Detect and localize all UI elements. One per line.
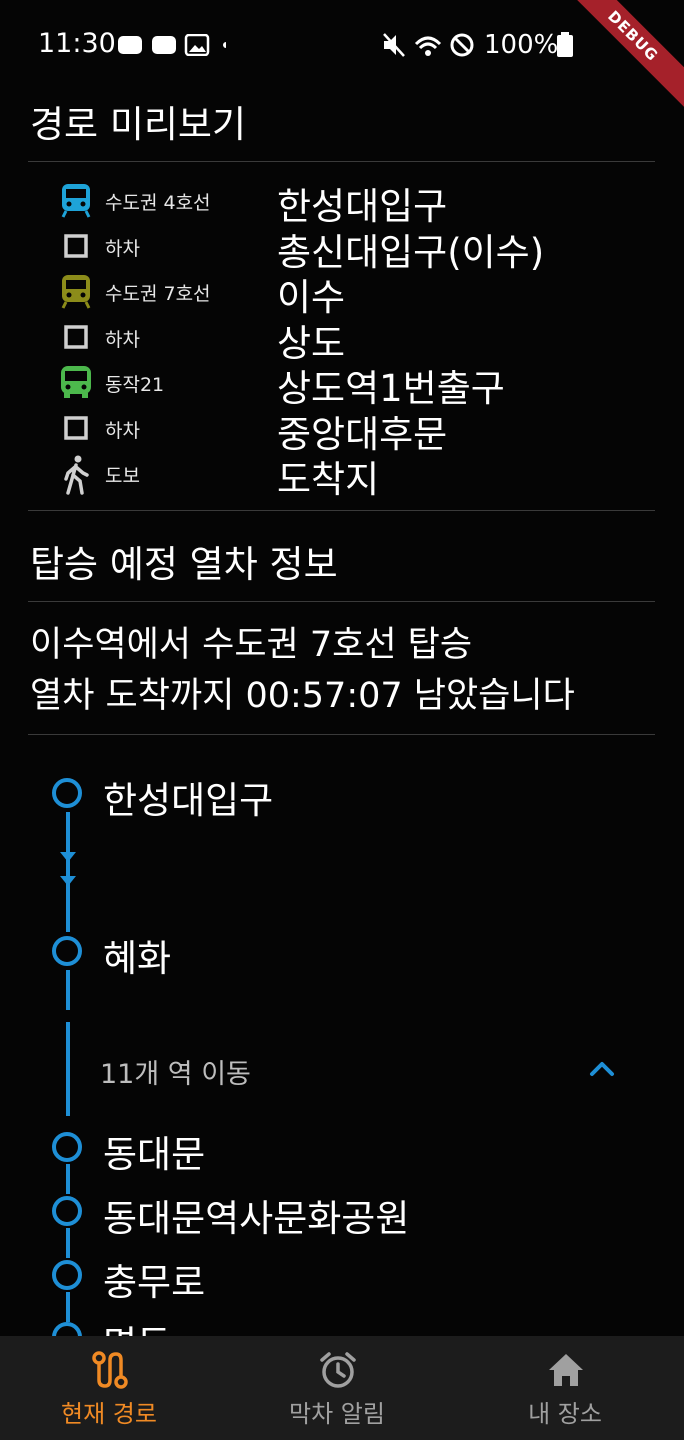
home-icon: [549, 1354, 583, 1386]
walk-icon: [58, 455, 94, 495]
route-step: 수도권 4호선 한성대입구: [58, 178, 658, 228]
bus-icon: [58, 364, 94, 400]
nav-label: 내 장소: [528, 1400, 602, 1428]
timeline-segment: [66, 1292, 70, 1322]
square-outline-icon: [58, 319, 94, 355]
route-step-tag: 동작21: [105, 374, 165, 396]
notification-icons: [118, 34, 226, 56]
timeline-segment: [66, 1164, 70, 1194]
train-info-title: 탑승 예정 열차 정보: [30, 543, 338, 586]
route-step: 동작21 상도역1번출구: [58, 360, 658, 410]
divider: [28, 734, 655, 735]
station-node: [52, 1132, 82, 1162]
route-preview-title: 경로 미리보기: [30, 103, 247, 146]
route-step: 하차 총신대입구(이수): [58, 224, 658, 274]
divider: [28, 161, 655, 162]
nav-label: 막차 알림: [289, 1400, 385, 1428]
route-step-tag: 수도권 4호선: [105, 192, 211, 214]
station-label: 동대문: [103, 1133, 206, 1176]
status-system-icons: [383, 33, 474, 57]
station-node: [52, 936, 82, 966]
route-step: 도보 도착지: [58, 451, 658, 501]
alarm-clock-icon: [320, 1352, 356, 1388]
route-step: 수도권 7호선 이수: [58, 269, 658, 319]
route-step-tag: 수도권 7호선: [105, 283, 211, 305]
station-node: [52, 1196, 82, 1226]
status-bar: 11:30 100% DEBUG: [0, 0, 684, 114]
nav-last-train-alarm[interactable]: 막차 알림: [228, 1336, 448, 1440]
route-icon: [92, 1351, 128, 1389]
station-label: 혜화: [103, 937, 172, 980]
status-time: 11:30: [38, 28, 116, 59]
station-label: 동대문역사문화공원: [103, 1197, 410, 1240]
route-step: 하차 상도: [58, 315, 658, 365]
timeline-segment: [66, 1228, 70, 1258]
route-step-tag: 하차: [105, 237, 140, 260]
station-node: [52, 1260, 82, 1290]
square-outline-icon: [58, 410, 94, 446]
timeline-segment: [66, 970, 70, 1010]
station-node: [52, 778, 82, 808]
nav-label: 현재 경로: [61, 1400, 157, 1428]
debug-banner: DEBUG: [555, 0, 684, 114]
station-label: 충무로: [103, 1261, 206, 1304]
subway-icon: [58, 273, 94, 309]
divider: [28, 601, 655, 602]
route-step-tag: 도보: [105, 465, 140, 487]
route-step: 하차 중앙대후문: [58, 406, 658, 456]
boarding-info: 이수역에서 수도권 7호선 탑승: [30, 625, 473, 665]
nav-current-route[interactable]: 현재 경로: [0, 1336, 220, 1440]
bottom-navigation: 현재 경로 막차 알림 내 장소: [0, 1336, 684, 1440]
battery-icon: [557, 32, 573, 57]
arrival-countdown: 열차 도착까지 00:57:07 남았습니다: [30, 676, 575, 716]
square-outline-icon: [58, 228, 94, 264]
station-label: 한성대입구: [103, 779, 274, 822]
battery-percent: 100%: [484, 30, 559, 60]
nav-my-places[interactable]: 내 장소: [456, 1336, 676, 1440]
direction-arrows-icon: [60, 852, 76, 886]
chevron-up-icon[interactable]: [586, 1056, 618, 1082]
timeline-segment: [66, 1022, 70, 1116]
route-step-tag: 하차: [105, 328, 140, 351]
divider: [28, 510, 655, 511]
route-step-station: 도착지: [277, 458, 380, 501]
stations-moved-count: 11개 역 이동: [100, 1059, 251, 1090]
route-step-tag: 하차: [105, 419, 140, 442]
subway-icon: [58, 182, 94, 218]
